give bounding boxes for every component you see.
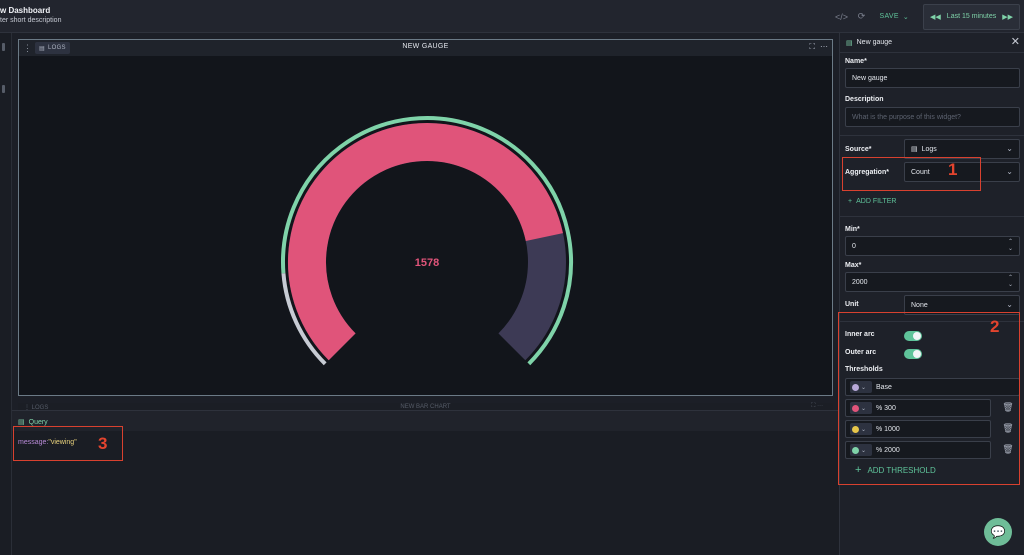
unit-value: None: [911, 301, 928, 309]
divider: [840, 135, 1024, 136]
stepper-icon[interactable]: ⌃ ⌄: [1008, 239, 1013, 253]
unit-label: Unit: [845, 301, 859, 308]
source-label: Source*: [845, 146, 872, 153]
left-rail: [0, 33, 12, 555]
min-field[interactable]: 0 ⌃ ⌄: [845, 236, 1020, 256]
gauge-widget[interactable]: ⋮⋮ ▤ LOGS NEW GAUGE ⛶ ⋯ 1578: [18, 39, 833, 396]
logs-icon: ▤: [18, 419, 25, 426]
chevron-down-icon: ⌄: [1006, 144, 1013, 153]
more-icon[interactable]: ⛶ ⋯: [811, 403, 823, 410]
name-label: Name*: [845, 58, 867, 65]
source-value: Logs: [921, 145, 937, 153]
time-range-picker[interactable]: ◀◀ Last 15 minutes ▶▶: [923, 3, 1020, 30]
logs-icon: ▤: [911, 146, 918, 153]
description-field[interactable]: What is the purpose of this widget?: [845, 107, 1020, 127]
refresh-icon[interactable]: ⟳: [851, 7, 871, 27]
name-field[interactable]: New gauge: [845, 68, 1020, 88]
time-range-label: Last 15 minutes: [946, 13, 997, 20]
code-icon[interactable]: </>: [831, 7, 851, 27]
min-label: Min*: [845, 226, 860, 233]
chevron-down-icon: ⌄: [1006, 300, 1013, 309]
max-label: Max*: [845, 262, 862, 269]
max-field[interactable]: 2000 ⌃ ⌄: [845, 272, 1020, 292]
query-pane: ▤ Query message:"viewing": [12, 410, 839, 555]
annotation-box-1: [842, 157, 981, 191]
stepper-icon[interactable]: ⌃ ⌄: [1008, 275, 1013, 289]
gauge-value-arc: [288, 123, 563, 361]
save-label: SAVE: [879, 13, 899, 20]
top-bar: w Dashboard ter short description </> ⟳ …: [0, 0, 1024, 33]
add-filter-label: ADD FILTER: [856, 198, 897, 205]
close-icon[interactable]: ✕: [1011, 35, 1020, 48]
rail-handle[interactable]: [2, 85, 5, 93]
rail-handle[interactable]: [2, 43, 5, 51]
query-tab-bar: [12, 411, 839, 431]
annotation-number-3: 3: [98, 434, 108, 453]
annotation-number-2: 2: [990, 317, 1000, 336]
dashboard-title[interactable]: w Dashboard: [0, 6, 50, 15]
panel-title: New gauge: [856, 39, 893, 46]
chevron-down-icon: ⌄: [1006, 167, 1013, 176]
rewind-icon[interactable]: ◀◀: [930, 13, 941, 21]
dashboard-description[interactable]: ter short description: [0, 17, 61, 24]
chevron-down-icon: ⌄: [902, 13, 910, 21]
tab-query-label: Query: [28, 418, 48, 426]
top-actions: </> ⟳ SAVE ⌄ ◀◀ Last 15 minutes ▶▶: [831, 0, 1024, 33]
gauge-chart: 1578: [281, 116, 573, 366]
min-value: 0: [852, 242, 856, 250]
max-value: 2000: [852, 278, 868, 286]
divider: [840, 216, 1024, 217]
widget-icon: ▤: [846, 39, 853, 47]
dashboard-canvas: ⋮⋮ ▤ LOGS NEW GAUGE ⛶ ⋯ 1578: [12, 33, 839, 410]
forward-icon[interactable]: ▶▶: [1002, 13, 1013, 21]
description-label: Description: [845, 96, 884, 103]
chat-bubble-icon[interactable]: 💬: [984, 518, 1012, 546]
add-filter-button[interactable]: + ADD FILTER: [848, 198, 896, 205]
source-select[interactable]: ▤ Logs ⌄: [904, 139, 1020, 159]
annotation-number-1: 1: [948, 160, 958, 179]
plus-icon: +: [848, 198, 853, 205]
save-button[interactable]: SAVE ⌄: [871, 13, 917, 21]
annotation-box-2: [838, 312, 1020, 485]
panel-header: ▤ New gauge ✕: [840, 33, 1024, 53]
gauge-value: 1578: [415, 257, 439, 269]
